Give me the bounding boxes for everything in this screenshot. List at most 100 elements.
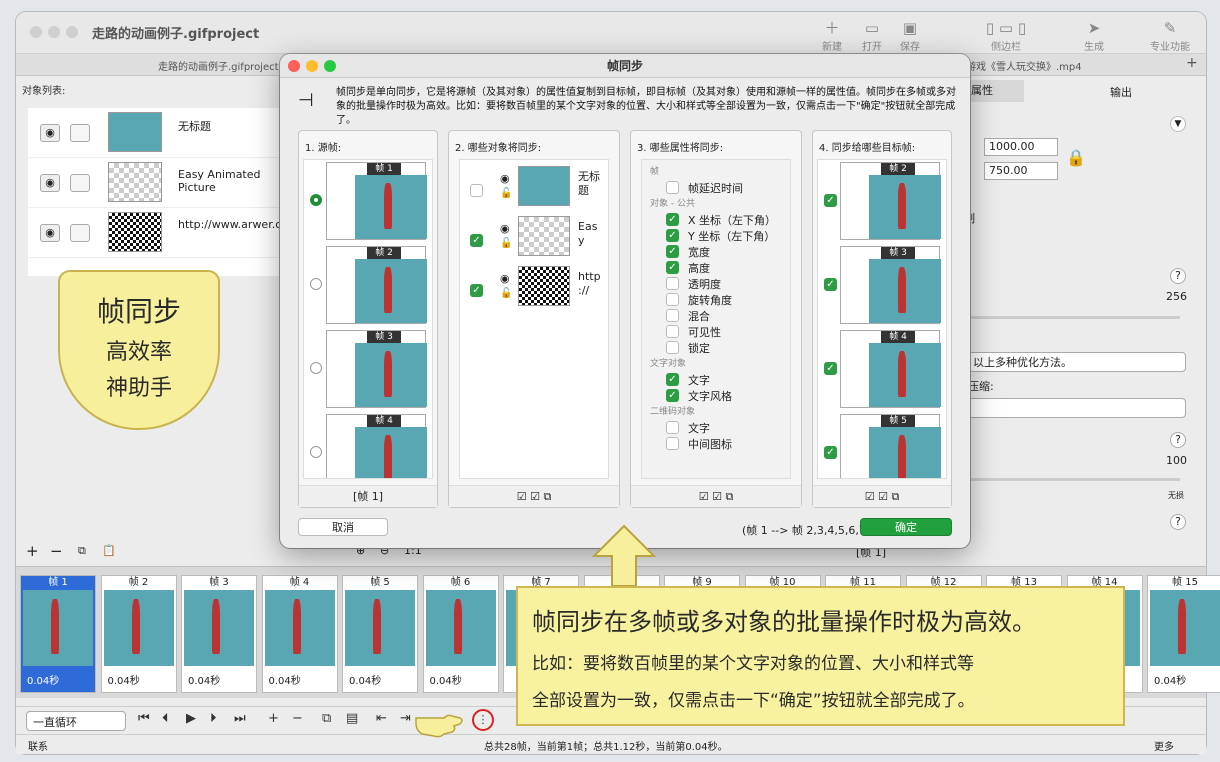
object-sync-checkbox[interactable]: ✓ xyxy=(470,284,483,297)
eye-icon[interactable]: ◉ xyxy=(500,272,510,285)
frame-delay[interactable]: 0.04秒 xyxy=(343,666,417,687)
check-all-icon[interactable]: ☑ xyxy=(712,490,722,503)
property-group[interactable]: 帧 xyxy=(650,164,659,177)
slider-track[interactable] xyxy=(950,478,1180,481)
property-checkbox[interactable]: ✓ xyxy=(666,213,679,226)
minus-icon[interactable]: − xyxy=(50,542,63,560)
source-frame-radio[interactable] xyxy=(310,446,322,458)
object-row[interactable]: ◉ http://www.arwer.com xyxy=(28,208,299,258)
property-checkbox[interactable] xyxy=(666,437,679,450)
chevron-down-icon[interactable]: ▼ xyxy=(1170,116,1186,132)
help-icon[interactable]: ? xyxy=(1170,432,1186,448)
property-checkbox[interactable] xyxy=(666,421,679,434)
object-sync-checkbox[interactable]: ✓ xyxy=(470,234,483,247)
target-frame-thumb[interactable]: 帧 5 xyxy=(840,414,941,478)
frame-thumbnail[interactable]: 帧 15 0.04秒 xyxy=(1147,575,1220,693)
check-all-icon[interactable]: ☑ xyxy=(530,490,540,503)
property-group[interactable]: 二维码对象 xyxy=(650,404,695,417)
property-checkbox[interactable] xyxy=(666,181,679,194)
help-icon[interactable]: ? xyxy=(1170,268,1186,284)
property-checkbox[interactable] xyxy=(666,277,679,290)
paste-frame-icon[interactable]: ▤ xyxy=(346,711,358,726)
eye-icon[interactable]: ◉ xyxy=(40,224,60,242)
lock-icon[interactable]: 🔓 xyxy=(500,288,512,299)
move-left-icon[interactable]: ⇤ xyxy=(376,711,387,726)
contact-link[interactable]: 联系 xyxy=(28,738,48,753)
property-group[interactable]: 文字对象 xyxy=(650,356,686,369)
dialog-close-button[interactable] xyxy=(288,60,300,72)
save-button[interactable]: ▣ 保存 xyxy=(900,18,920,53)
target-frame-thumb[interactable]: 帧 3 xyxy=(840,246,941,324)
lock-toggle[interactable] xyxy=(70,224,90,242)
tab-mp4[interactable]: 游戏《雪人玩交换》.mp4 xyxy=(966,58,1082,73)
source-frame-radio[interactable] xyxy=(310,362,322,374)
ok-button[interactable]: 确定 xyxy=(860,518,952,536)
check-all-icon[interactable]: ☑ xyxy=(878,490,888,503)
property-checkbox[interactable]: ✓ xyxy=(666,229,679,242)
frame-thumbnail[interactable]: 帧 4 0.04秒 xyxy=(261,575,338,693)
copy-icon[interactable]: ⧉ xyxy=(891,490,899,503)
source-frame-thumb[interactable]: 帧 4 xyxy=(326,414,427,478)
open-button[interactable]: ▭ 打开 xyxy=(862,18,882,53)
add-frame-icon[interactable]: + xyxy=(268,711,279,726)
select-all-icon[interactable]: ☑ xyxy=(517,490,527,503)
source-frame-thumb[interactable]: 帧 2 xyxy=(326,246,427,324)
tab-output[interactable]: 输出 xyxy=(1110,84,1132,100)
more-link[interactable]: 更多 xyxy=(1154,738,1174,753)
copy-frame-icon[interactable]: ⧉ xyxy=(322,711,331,726)
source-frame-radio[interactable] xyxy=(310,278,322,290)
paste-icon[interactable]: 📋 xyxy=(102,544,116,557)
property-checkbox[interactable]: ✓ xyxy=(666,373,679,386)
property-checkbox[interactable]: ✓ xyxy=(666,245,679,258)
loop-select[interactable]: 一直循环 xyxy=(26,711,126,731)
copy-icon[interactable]: ⧉ xyxy=(543,490,551,503)
help-icon[interactable]: ? xyxy=(1170,514,1186,530)
lock-toggle[interactable] xyxy=(70,124,90,142)
lock-icon[interactable]: 🔒 xyxy=(1066,148,1086,167)
sidebar-button[interactable]: ▯ ▭ ▯ 侧边栏 xyxy=(966,18,1046,53)
close-button[interactable] xyxy=(30,26,42,38)
object-sync-checkbox[interactable] xyxy=(470,184,483,197)
eye-icon[interactable]: ◉ xyxy=(500,172,510,185)
cancel-button[interactable]: 取消 xyxy=(298,518,388,536)
target-frame-thumb[interactable]: 帧 4 xyxy=(840,330,941,408)
lock-icon[interactable]: 🔓 xyxy=(500,188,512,199)
frame-delay[interactable]: 0.04秒 xyxy=(263,666,337,687)
prev-frame-icon[interactable]: ⏴ xyxy=(162,711,169,726)
property-checkbox[interactable] xyxy=(666,293,679,306)
lock-icon[interactable]: 🔓 xyxy=(500,238,512,249)
generate-button[interactable]: ➤ 生成 xyxy=(1084,18,1104,53)
frame-delay[interactable]: 0.04秒 xyxy=(424,666,498,687)
property-checkbox[interactable]: ✓ xyxy=(666,261,679,274)
frame-thumbnail[interactable]: 帧 2 0.04秒 xyxy=(100,575,177,693)
zoom-button[interactable] xyxy=(66,26,78,38)
copy-icon[interactable]: ⧉ xyxy=(78,544,86,558)
copy-icon[interactable]: ⧉ xyxy=(725,490,733,503)
object-row[interactable]: ◉ 无标题 xyxy=(28,108,288,158)
select-all-icon[interactable]: ☑ xyxy=(865,490,875,503)
property-checkbox[interactable] xyxy=(666,341,679,354)
select-all-icon[interactable]: ☑ xyxy=(699,490,709,503)
dialog-minimize-button[interactable] xyxy=(306,60,318,72)
property-checkbox[interactable]: ✓ xyxy=(666,389,679,402)
slider-track[interactable] xyxy=(950,316,1180,319)
compress-select[interactable] xyxy=(968,398,1186,418)
next-frame-icon[interactable]: ⏵ xyxy=(210,711,217,726)
frame-delay[interactable]: 0.04秒 xyxy=(1148,666,1220,687)
property-checkbox[interactable] xyxy=(666,325,679,338)
frame-thumbnail[interactable]: 帧 3 0.04秒 xyxy=(181,575,257,693)
plus-icon[interactable]: + xyxy=(26,542,39,560)
target-frame-checkbox[interactable]: ✓ xyxy=(824,362,837,375)
frame-delay[interactable]: 0.04秒 xyxy=(21,666,95,687)
dialog-zoom-button[interactable] xyxy=(324,60,336,72)
last-frame-icon[interactable]: ⏭ xyxy=(234,711,246,726)
frame-delay[interactable]: 0.04秒 xyxy=(102,666,176,687)
first-frame-icon[interactable]: ⏮ xyxy=(138,711,150,726)
lock-toggle[interactable] xyxy=(70,174,90,192)
source-frame-radio[interactable] xyxy=(310,194,322,206)
target-frame-checkbox[interactable]: ✓ xyxy=(824,194,837,207)
minimize-button[interactable] xyxy=(48,26,60,38)
target-frame-checkbox[interactable]: ✓ xyxy=(824,446,837,459)
source-frame-thumb[interactable]: 帧 1 xyxy=(326,162,427,240)
height-input[interactable]: 750.00 xyxy=(984,162,1058,180)
